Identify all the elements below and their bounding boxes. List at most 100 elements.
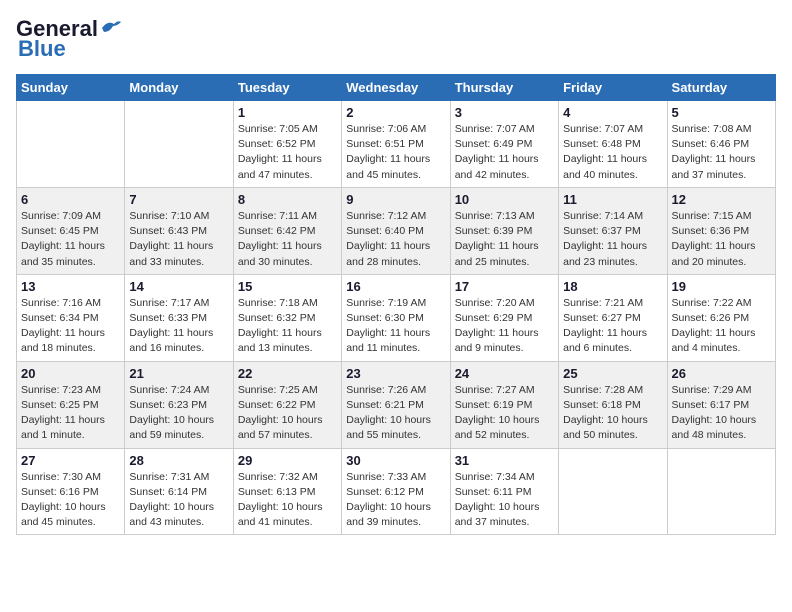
day-number: 26 <box>672 366 771 381</box>
day-number: 20 <box>21 366 120 381</box>
day-number: 1 <box>238 105 337 120</box>
calendar-week-4: 27 Sunrise: 7:30 AM Sunset: 6:16 PM Dayli… <box>17 448 776 535</box>
day-info: Sunrise: 7:19 AM Sunset: 6:30 PM Dayligh… <box>346 296 445 357</box>
day-info: Sunrise: 7:05 AM Sunset: 6:52 PM Dayligh… <box>238 122 337 183</box>
calendar-cell: 23Sunrise: 7:26 AM Sunset: 6:21 PM Dayli… <box>342 361 450 448</box>
day-number: 8 <box>238 192 337 207</box>
calendar-cell: 5 Sunrise: 7:08 AM Sunset: 6:46 PM Daylig… <box>667 101 775 188</box>
day-number: 16 <box>346 279 445 294</box>
day-info: Sunrise: 7:11 AM Sunset: 6:42 PM Dayligh… <box>238 209 337 270</box>
day-number: 29 <box>238 453 337 468</box>
calendar-cell: 7Sunrise: 7:10 AM Sunset: 6:43 PM Daylig… <box>125 187 233 274</box>
day-number: 4 <box>563 105 662 120</box>
calendar-cell: 14 Sunrise: 7:17 AM Sunset: 6:33 PM Dayli… <box>125 274 233 361</box>
logo-bird-icon <box>100 18 122 36</box>
calendar-cell: 19 Sunrise: 7:22 AM Sunset: 6:26 PM Dayli… <box>667 274 775 361</box>
day-info: Sunrise: 7:30 AM Sunset: 6:16 PM Dayligh… <box>21 470 120 531</box>
day-number: 9 <box>346 192 445 207</box>
calendar-cell <box>559 448 667 535</box>
calendar-cell: 29 Sunrise: 7:32 AM Sunset: 6:13 PM Dayli… <box>233 448 341 535</box>
calendar-cell: 17 Sunrise: 7:20 AM Sunset: 6:29 PM Dayli… <box>450 274 558 361</box>
day-number: 25 <box>563 366 662 381</box>
calendar-week-0: 1 Sunrise: 7:05 AM Sunset: 6:52 PM Daylig… <box>17 101 776 188</box>
logo-blue-text: Blue <box>16 36 66 62</box>
day-number: 5 <box>672 105 771 120</box>
calendar-cell: 20Sunrise: 7:23 AM Sunset: 6:25 PM Dayli… <box>17 361 125 448</box>
calendar-cell: 3Sunrise: 7:07 AM Sunset: 6:49 PM Daylig… <box>450 101 558 188</box>
day-number: 7 <box>129 192 228 207</box>
day-number: 6 <box>21 192 120 207</box>
day-info: Sunrise: 7:12 AM Sunset: 6:40 PM Dayligh… <box>346 209 445 270</box>
calendar-cell <box>17 101 125 188</box>
page-header: General Blue <box>16 16 776 62</box>
calendar-cell: 11 Sunrise: 7:14 AM Sunset: 6:37 PM Dayli… <box>559 187 667 274</box>
calendar-header-row: SundayMondayTuesdayWednesdayThursdayFrid… <box>17 75 776 101</box>
header-saturday: Saturday <box>667 75 775 101</box>
day-number: 14 <box>129 279 228 294</box>
calendar-cell: 12 Sunrise: 7:15 AM Sunset: 6:36 PM Dayli… <box>667 187 775 274</box>
calendar-cell: 16 Sunrise: 7:19 AM Sunset: 6:30 PM Dayli… <box>342 274 450 361</box>
day-number: 24 <box>455 366 554 381</box>
day-info: Sunrise: 7:33 AM Sunset: 6:12 PM Dayligh… <box>346 470 445 531</box>
day-info: Sunrise: 7:29 AM Sunset: 6:17 PM Dayligh… <box>672 383 771 444</box>
day-info: Sunrise: 7:24 AM Sunset: 6:23 PM Dayligh… <box>129 383 228 444</box>
day-info: Sunrise: 7:09 AM Sunset: 6:45 PM Dayligh… <box>21 209 120 270</box>
day-number: 10 <box>455 192 554 207</box>
day-number: 27 <box>21 453 120 468</box>
day-number: 28 <box>129 453 228 468</box>
day-info: Sunrise: 7:13 AM Sunset: 6:39 PM Dayligh… <box>455 209 554 270</box>
day-info: Sunrise: 7:15 AM Sunset: 6:36 PM Dayligh… <box>672 209 771 270</box>
calendar-week-2: 13 Sunrise: 7:16 AM Sunset: 6:34 PM Dayli… <box>17 274 776 361</box>
day-info: Sunrise: 7:07 AM Sunset: 6:48 PM Dayligh… <box>563 122 662 183</box>
calendar-cell: 8 Sunrise: 7:11 AM Sunset: 6:42 PM Daylig… <box>233 187 341 274</box>
calendar-table: SundayMondayTuesdayWednesdayThursdayFrid… <box>16 74 776 535</box>
calendar-cell: 4 Sunrise: 7:07 AM Sunset: 6:48 PM Daylig… <box>559 101 667 188</box>
day-number: 15 <box>238 279 337 294</box>
day-number: 13 <box>21 279 120 294</box>
day-number: 12 <box>672 192 771 207</box>
day-info: Sunrise: 7:14 AM Sunset: 6:37 PM Dayligh… <box>563 209 662 270</box>
day-info: Sunrise: 7:17 AM Sunset: 6:33 PM Dayligh… <box>129 296 228 357</box>
calendar-cell: 31 Sunrise: 7:34 AM Sunset: 6:11 PM Dayli… <box>450 448 558 535</box>
calendar-cell: 27 Sunrise: 7:30 AM Sunset: 6:16 PM Dayli… <box>17 448 125 535</box>
calendar-cell: 1 Sunrise: 7:05 AM Sunset: 6:52 PM Daylig… <box>233 101 341 188</box>
calendar-cell: 22Sunrise: 7:25 AM Sunset: 6:22 PM Dayli… <box>233 361 341 448</box>
day-number: 19 <box>672 279 771 294</box>
day-info: Sunrise: 7:31 AM Sunset: 6:14 PM Dayligh… <box>129 470 228 531</box>
calendar-cell: 25Sunrise: 7:28 AM Sunset: 6:18 PM Dayli… <box>559 361 667 448</box>
calendar-cell: 21 Sunrise: 7:24 AM Sunset: 6:23 PM Dayli… <box>125 361 233 448</box>
header-monday: Monday <box>125 75 233 101</box>
day-number: 21 <box>129 366 228 381</box>
day-info: Sunrise: 7:32 AM Sunset: 6:13 PM Dayligh… <box>238 470 337 531</box>
calendar-cell: 2Sunrise: 7:06 AM Sunset: 6:51 PM Daylig… <box>342 101 450 188</box>
calendar-cell <box>667 448 775 535</box>
day-number: 18 <box>563 279 662 294</box>
calendar-cell: 18Sunrise: 7:21 AM Sunset: 6:27 PM Dayli… <box>559 274 667 361</box>
day-info: Sunrise: 7:07 AM Sunset: 6:49 PM Dayligh… <box>455 122 554 183</box>
calendar-cell: 13 Sunrise: 7:16 AM Sunset: 6:34 PM Dayli… <box>17 274 125 361</box>
calendar-cell: 6 Sunrise: 7:09 AM Sunset: 6:45 PM Daylig… <box>17 187 125 274</box>
header-wednesday: Wednesday <box>342 75 450 101</box>
day-info: Sunrise: 7:08 AM Sunset: 6:46 PM Dayligh… <box>672 122 771 183</box>
logo: General Blue <box>16 16 122 62</box>
day-info: Sunrise: 7:27 AM Sunset: 6:19 PM Dayligh… <box>455 383 554 444</box>
calendar-cell: 30Sunrise: 7:33 AM Sunset: 6:12 PM Dayli… <box>342 448 450 535</box>
day-info: Sunrise: 7:34 AM Sunset: 6:11 PM Dayligh… <box>455 470 554 531</box>
calendar-cell: 10 Sunrise: 7:13 AM Sunset: 6:39 PM Dayli… <box>450 187 558 274</box>
day-info: Sunrise: 7:16 AM Sunset: 6:34 PM Dayligh… <box>21 296 120 357</box>
day-info: Sunrise: 7:26 AM Sunset: 6:21 PM Dayligh… <box>346 383 445 444</box>
day-info: Sunrise: 7:20 AM Sunset: 6:29 PM Dayligh… <box>455 296 554 357</box>
calendar-cell: 15 Sunrise: 7:18 AM Sunset: 6:32 PM Dayli… <box>233 274 341 361</box>
calendar-week-1: 6 Sunrise: 7:09 AM Sunset: 6:45 PM Daylig… <box>17 187 776 274</box>
header-thursday: Thursday <box>450 75 558 101</box>
day-number: 22 <box>238 366 337 381</box>
day-info: Sunrise: 7:18 AM Sunset: 6:32 PM Dayligh… <box>238 296 337 357</box>
day-info: Sunrise: 7:22 AM Sunset: 6:26 PM Dayligh… <box>672 296 771 357</box>
calendar-week-3: 20Sunrise: 7:23 AM Sunset: 6:25 PM Dayli… <box>17 361 776 448</box>
day-number: 31 <box>455 453 554 468</box>
day-number: 17 <box>455 279 554 294</box>
header-sunday: Sunday <box>17 75 125 101</box>
calendar-cell: 26 Sunrise: 7:29 AM Sunset: 6:17 PM Dayli… <box>667 361 775 448</box>
day-number: 11 <box>563 192 662 207</box>
calendar-cell: 9 Sunrise: 7:12 AM Sunset: 6:40 PM Daylig… <box>342 187 450 274</box>
